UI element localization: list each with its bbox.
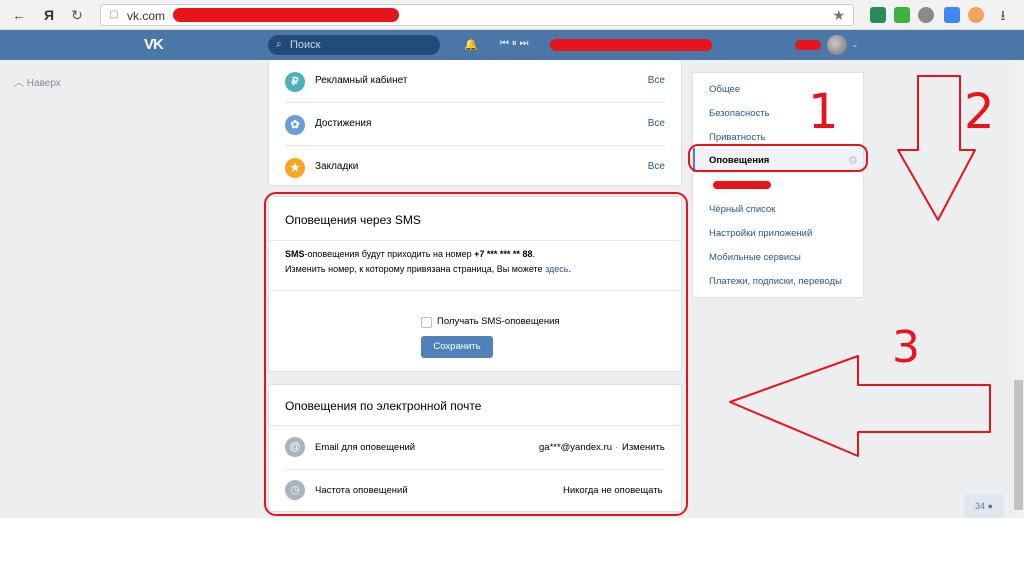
annotation-number-2: 2 xyxy=(964,84,995,140)
annotation-number-1: 1 xyxy=(808,84,839,140)
annotation-left-arrow xyxy=(729,355,991,457)
annotation-drawings: 1 2 3 xyxy=(729,75,995,457)
annotation-number-3: 3 xyxy=(892,322,920,373)
